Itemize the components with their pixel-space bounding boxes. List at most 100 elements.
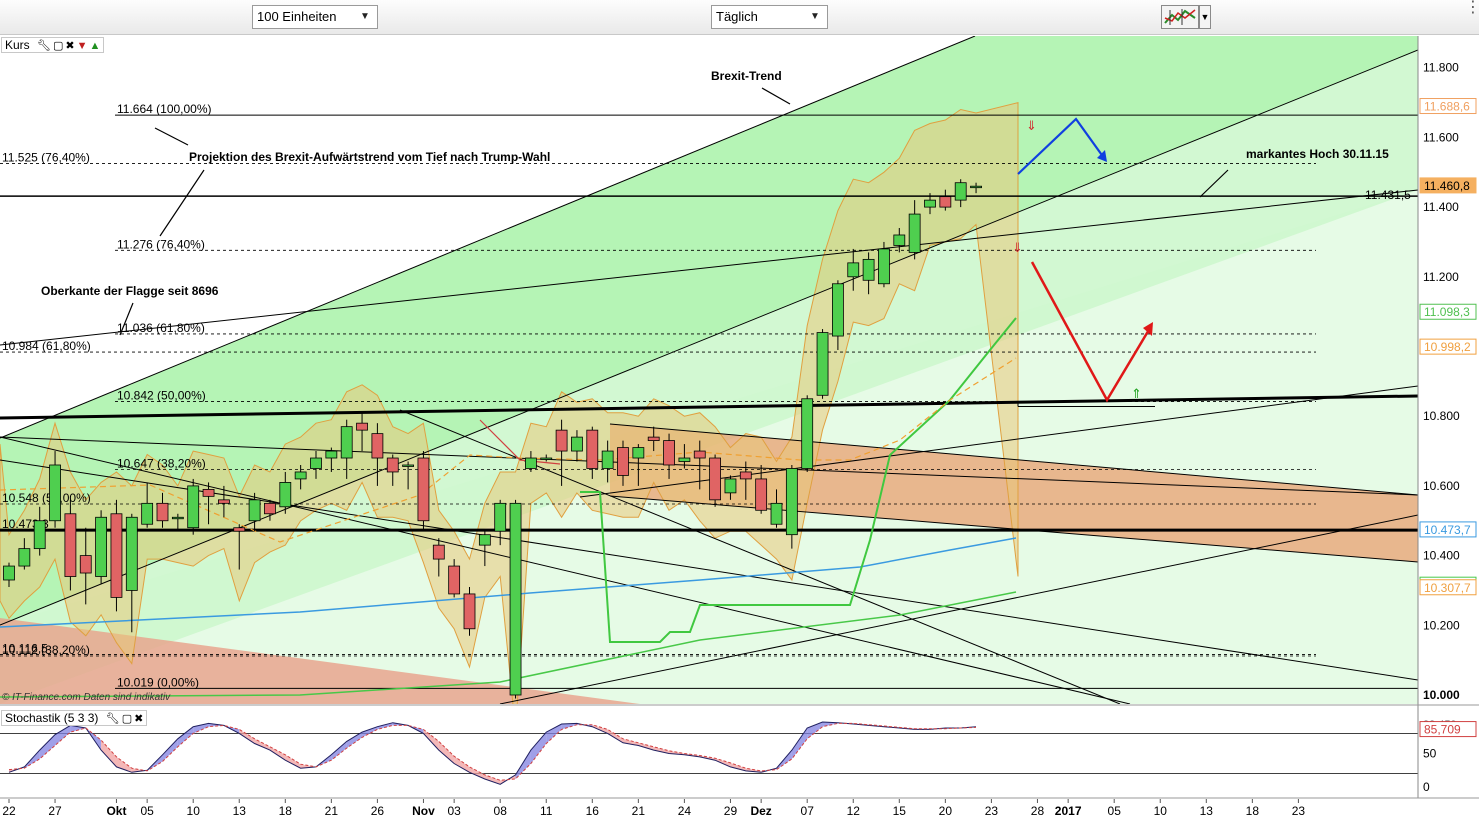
candle-body	[156, 502, 169, 522]
wrench-icon[interactable]: 🔧︎	[106, 712, 120, 726]
window-icon[interactable]: ▢	[122, 712, 132, 726]
candle-body	[494, 502, 507, 532]
close-icon[interactable]: ✖	[134, 712, 143, 726]
candle-body	[125, 516, 138, 591]
price-badge-label: 11.460,8	[1424, 179, 1470, 193]
candle-body	[970, 185, 982, 189]
candle-body	[678, 457, 691, 462]
annotation-text: markantes Hoch 30.11.15	[1246, 147, 1389, 161]
time-tick-label: 26	[371, 804, 385, 818]
time-tick-label: 27	[48, 804, 62, 818]
candle-body	[310, 457, 322, 469]
stochastic-panel-title: Stochastik (5 3 3)	[5, 711, 99, 725]
time-tick-label: 18	[1246, 804, 1260, 818]
candle-body	[3, 565, 15, 581]
wrench-icon[interactable]: 🔧︎	[37, 39, 51, 53]
candle-body	[217, 499, 230, 504]
candle-body	[18, 548, 31, 567]
candle-body	[571, 436, 583, 452]
candle-body	[724, 478, 737, 494]
annotation-text: Projektion des Brexit-Aufwärtstrend vom …	[189, 150, 550, 164]
time-tick-label: 13	[233, 804, 247, 818]
candle-body	[801, 398, 814, 469]
candle-body	[248, 499, 261, 522]
chart-window: 100 Einheiten ▼ Täglich ▼ ▼ ⋮ 11.664 (10…	[0, 0, 1479, 821]
close-icon[interactable]: ✖	[65, 39, 74, 53]
candle-body	[463, 593, 476, 630]
candle-body	[770, 502, 783, 525]
price-tick-label: 10.800	[1423, 409, 1460, 423]
window-icon[interactable]: ▢	[53, 39, 63, 53]
price-tick-label: 10.600	[1423, 479, 1460, 493]
time-tick-label: 07	[801, 804, 815, 818]
price-panel-title: Kurs	[5, 38, 30, 52]
candle-body	[509, 502, 522, 696]
candle-body	[601, 450, 614, 469]
candle-body	[939, 196, 952, 208]
buy-signal-icon: ⇑	[1131, 386, 1142, 401]
time-tick-label: 23	[985, 804, 999, 818]
price-tick-label: 11.200	[1423, 270, 1459, 284]
time-tick-label: 23	[1292, 804, 1306, 818]
fib-level-label: 10.984 (61,80%)	[2, 339, 91, 353]
candle-body	[816, 332, 829, 396]
time-tick-label: 22	[2, 804, 16, 818]
candle-body	[647, 436, 660, 441]
candle-body	[171, 516, 184, 520]
fib-level-label: 10.112 (38,20%)	[2, 643, 90, 657]
candle-body	[663, 440, 675, 466]
time-tick-label: 24	[678, 804, 692, 818]
move-down-icon[interactable]: ▼	[77, 39, 88, 53]
time-tick-label: 13	[1200, 804, 1214, 818]
time-tick-label: 29	[724, 804, 738, 818]
time-tick-label: 2017	[1055, 804, 1082, 818]
fib-level-label: 11.525 (76,40%)	[2, 151, 90, 165]
price-tick-label: 11.400	[1423, 200, 1459, 214]
price-badge-label: 11.688,6	[1424, 100, 1470, 114]
stochastic-badge-label: 85,709	[1424, 723, 1461, 737]
time-tick-label: 21	[325, 804, 339, 818]
candle-body	[478, 534, 491, 546]
candle-body	[862, 258, 875, 281]
price-badge-label: 10.473,7	[1424, 523, 1471, 537]
sell-signal-icon: ⇓	[1026, 118, 1037, 133]
price-tick-label: 11.800	[1423, 61, 1459, 75]
time-tick-label: Dez	[750, 804, 771, 818]
candle-body	[540, 457, 553, 460]
price-badge-label: 10.998,2	[1424, 340, 1471, 354]
time-tick-label: 10	[187, 804, 201, 818]
price-panel: 11.664 (100,00%) 11.525 (76,40%) 11.276 (7…	[0, 36, 1418, 704]
time-tick-label: Okt	[106, 804, 126, 818]
stochastic-bg	[0, 706, 1418, 798]
candle-body	[233, 527, 246, 532]
candle-body	[785, 468, 798, 536]
candle-body	[279, 482, 292, 508]
stochastic-tick-label: 50	[1423, 747, 1437, 761]
candle-body	[417, 457, 430, 522]
time-tick-label: 15	[893, 804, 907, 818]
candle-body	[264, 502, 276, 515]
candle-body	[340, 426, 353, 459]
chart-canvas: 11.664 (100,00%) 11.525 (76,40%) 11.276 (7…	[0, 36, 1479, 821]
copyright-note: © IT-Finance.com Daten sind indikativ	[2, 692, 171, 703]
move-up-icon[interactable]: ▲	[90, 39, 101, 53]
time-tick-label: 16	[586, 804, 600, 818]
candle-body	[202, 488, 215, 497]
candle-body	[325, 450, 338, 459]
price-badge-label: 10.307,7	[1424, 581, 1471, 595]
time-tick-label: 08	[494, 804, 508, 818]
candle-body	[954, 182, 967, 201]
candle-body	[755, 478, 768, 511]
candle-body	[64, 513, 77, 577]
candle-body	[555, 429, 568, 452]
candle-body	[402, 464, 415, 467]
time-tick-label: 10	[1154, 804, 1168, 818]
fib-level-label: 10.842 (50,00%)	[117, 389, 206, 403]
sell-signal-icon: ⇓	[1012, 240, 1023, 255]
candle-body	[586, 429, 599, 469]
fib-level-label: 11.276 (76,40%)	[117, 237, 205, 251]
stochastic-panel-header: Stochastik (5 3 3) 🔧︎ ▢ ✖	[1, 710, 148, 726]
candle-body	[893, 234, 906, 246]
fib-level-label: 10.548 (50,00%)	[2, 491, 91, 505]
candle-body	[709, 457, 721, 501]
